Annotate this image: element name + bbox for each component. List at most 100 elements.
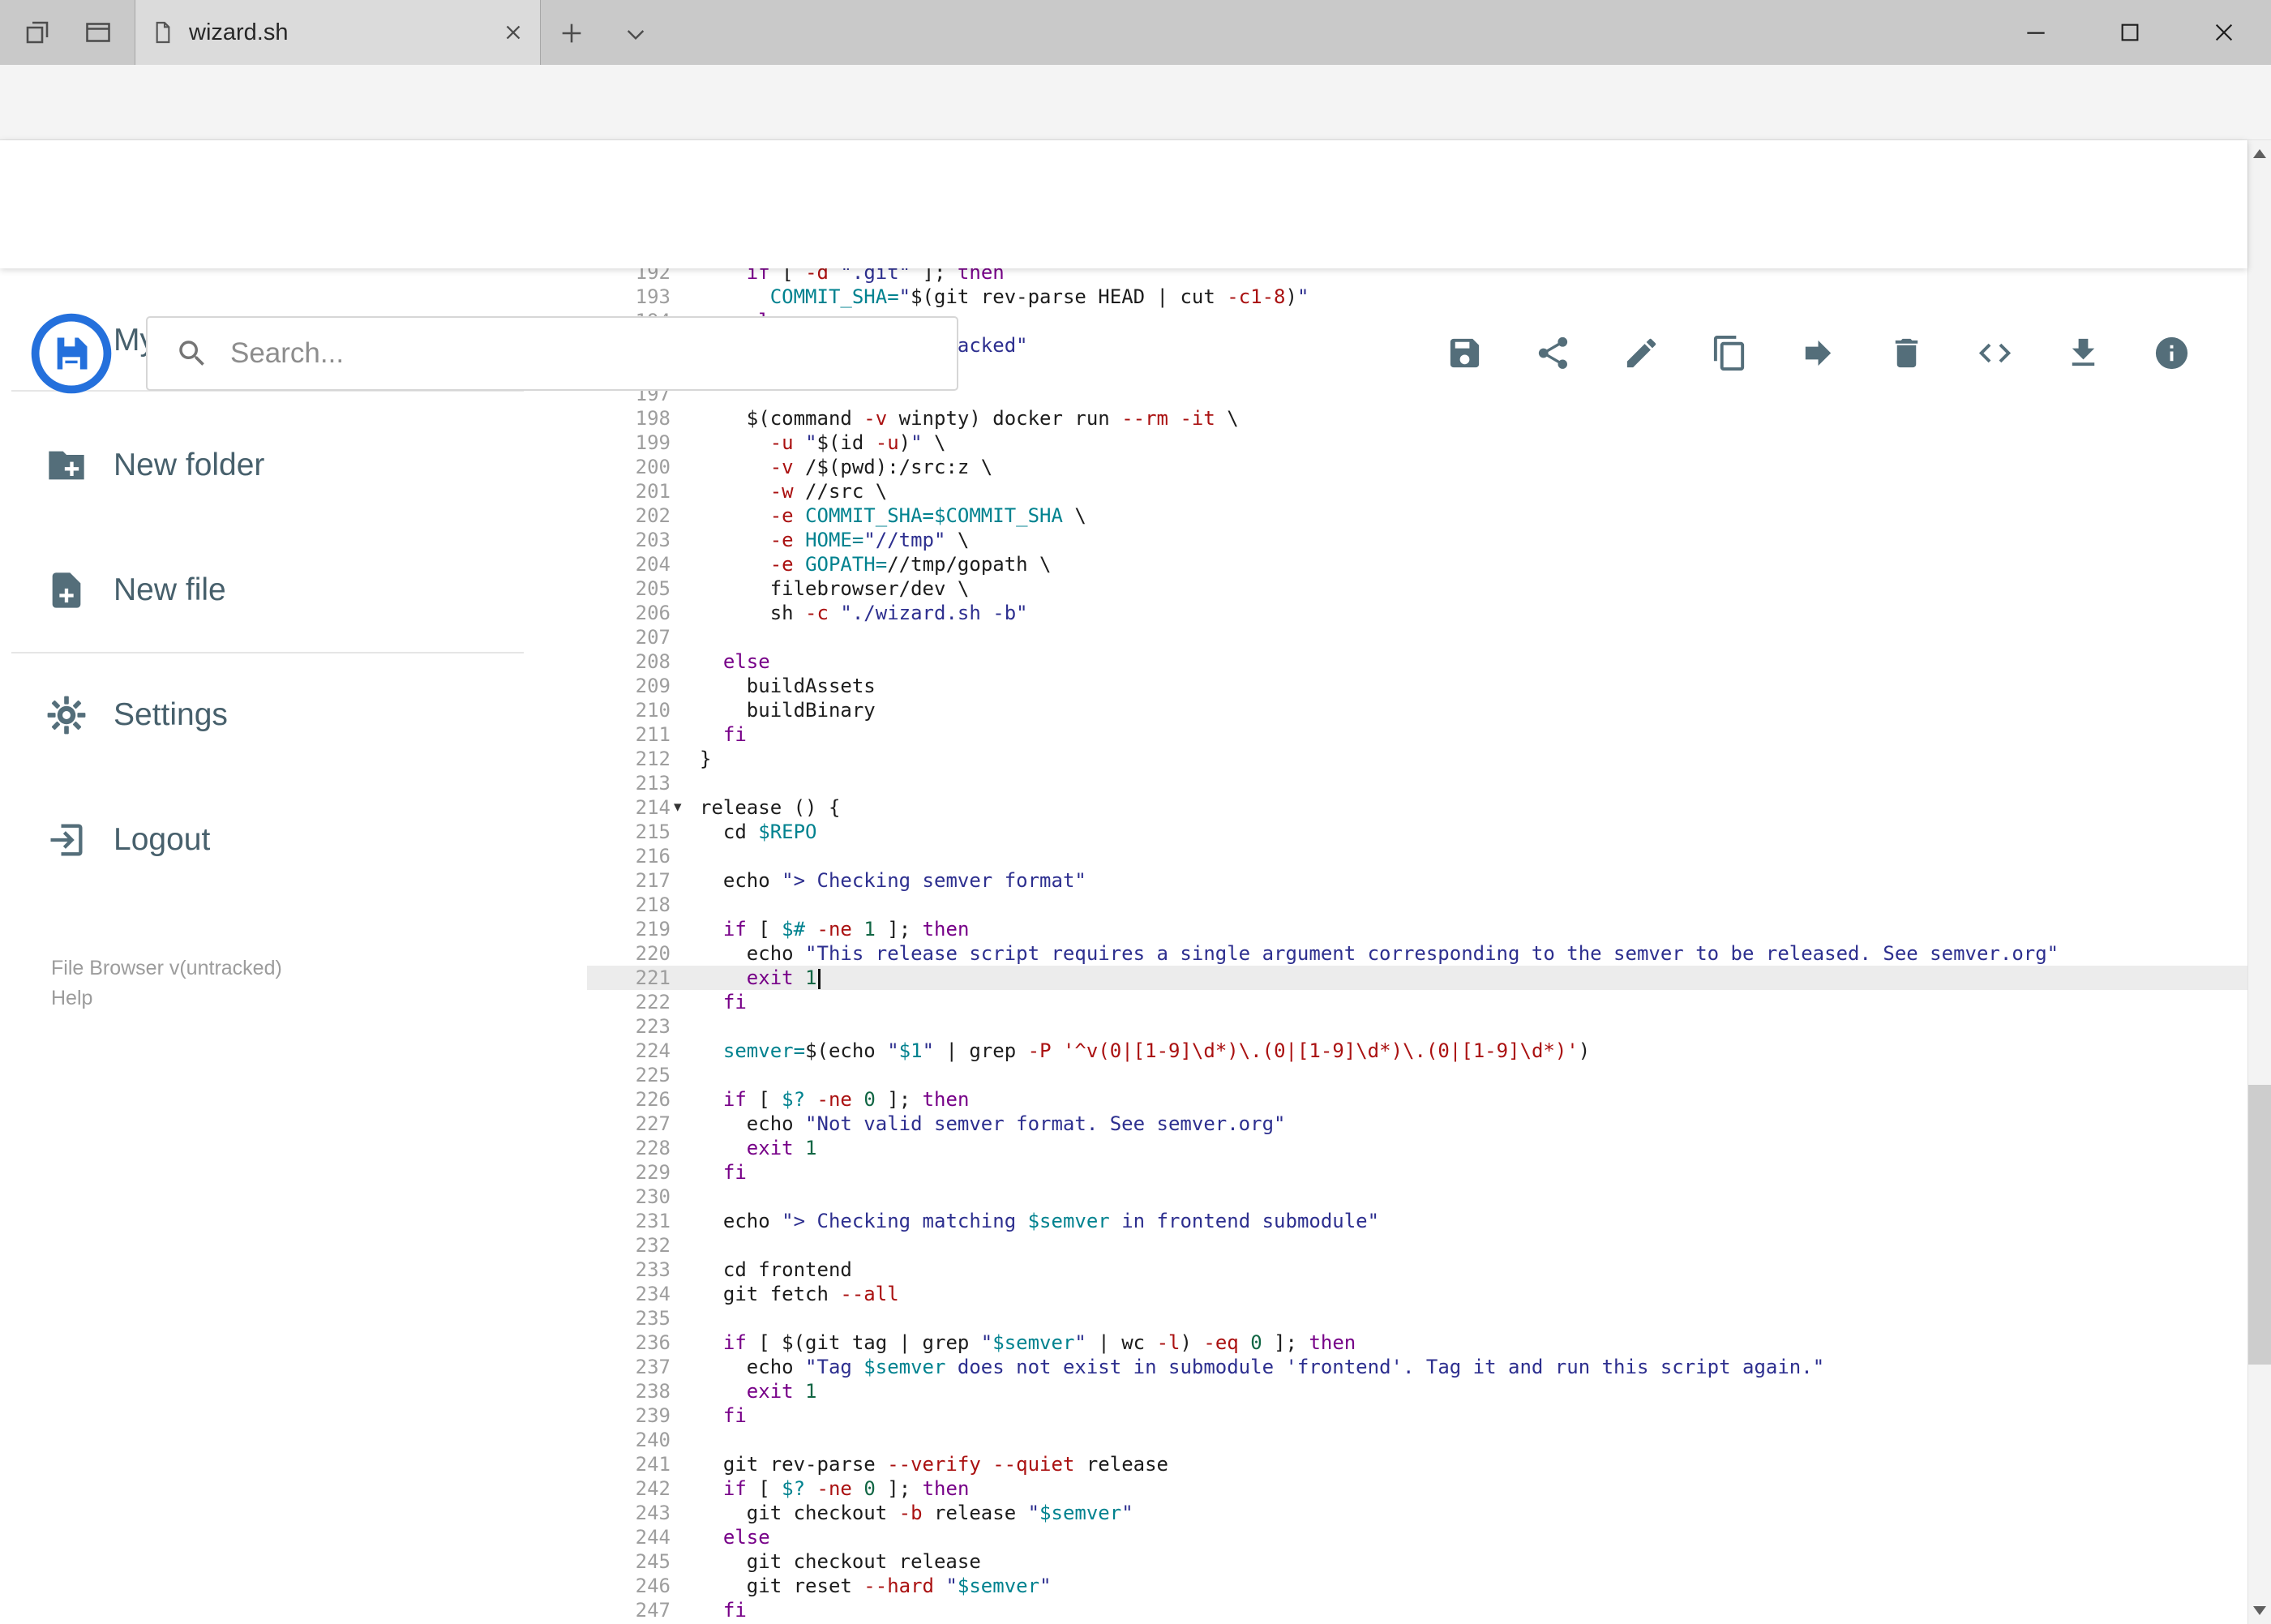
line-number: 242 [635,1477,671,1500]
copy-button[interactable] [1711,334,1749,372]
line-number: 192 [635,268,671,284]
code-text: cd $REPO [700,821,817,843]
code-text: exit 1 [746,1380,817,1403]
line-number: 215 [635,821,671,843]
code-text: -e HOME="//tmp" \ [769,529,970,551]
code-line-203: 203 -e HOME="//tmp" \ [587,528,2247,552]
scrollbar-thumb[interactable] [2248,1085,2271,1365]
window-maximize-button[interactable] [2083,0,2177,65]
line-number: 208 [635,650,671,673]
line-number: 246 [635,1575,671,1597]
sidebar-item-settings[interactable]: Settings [0,653,587,778]
tab-list-chevron-icon[interactable] [623,21,649,47]
share-button[interactable] [1534,334,1572,372]
line-number: 212 [635,748,671,770]
edit-button[interactable] [1622,334,1660,372]
code-text: fi [722,1161,747,1184]
line-number: 216 [635,845,671,868]
code-line-193: 193 COMMIT_SHA="$(git rev-parse HEAD | c… [587,285,2247,309]
code-line-205: 205 filebrowser/dev \ [587,576,2247,601]
code-text: exit 1 [746,1137,817,1159]
code-text: echo "Not valid semver format. See semve… [700,1112,1286,1135]
line-number: 201 [635,480,671,503]
line-number: 220 [635,942,671,965]
code-line-225: 225 [587,1063,2247,1087]
code-text: -u "$(id -u)" \ [769,431,946,454]
line-number: 228 [635,1137,671,1159]
code-text: if [ $? -ne 0 ]; then [722,1088,970,1111]
filebrowser-logo[interactable] [29,311,114,396]
search-input[interactable]: Search... [146,316,958,391]
code-text: buildAssets [700,675,876,697]
code-line-247: 247 fi [587,1598,2247,1622]
code-line-241: 241 git rev-parse --verify --quiet relea… [587,1452,2247,1476]
info-button[interactable] [2153,334,2191,372]
code-line-239: 239 fi [587,1403,2247,1428]
code-text: -e GOPATH=//tmp/gopath \ [769,553,1052,576]
sidebar-divider [11,652,524,653]
code-text: release () { [700,796,841,819]
code-text: if [ -d ".git" ]; then [746,268,1005,284]
move-button[interactable] [1799,334,1837,372]
scroll-down-arrow-icon[interactable] [2253,1606,2266,1615]
sidebar: My filesNew folderNew fileSettingsLogout… [0,268,587,1624]
line-number: 229 [635,1161,671,1184]
code-line-206: 206 sh -c "./wizard.sh -b" [587,601,2247,625]
line-number: 219 [635,918,671,941]
save-button[interactable] [1446,334,1484,372]
code-line-224: 224 semver=$(echo "$1" | grep -P '^v(0|[… [587,1039,2247,1063]
line-number: 209 [635,675,671,697]
set-tabs-aside-icon[interactable] [23,18,52,47]
code-line-216: 216 [587,844,2247,868]
sidebar-item-label: New folder [114,448,265,482]
line-number: 223 [635,1015,671,1038]
line-number: 225 [635,1064,671,1086]
download-button[interactable] [2064,334,2102,372]
minimize-icon [2023,19,2049,45]
window-close-button[interactable] [2177,0,2271,65]
code-line-242: 242 if [ $? -ne 0 ]; then [587,1476,2247,1501]
code-text: if [ $# -ne 1 ]; then [722,918,970,941]
code-editor[interactable]: 192 if [ -d ".git" ]; then 193 COMMIT_SHA… [587,268,2247,1624]
code-text: echo "> Checking semver format" [700,869,1086,892]
filebrowser-header: Search... [0,140,2247,394]
code-line-223: 223 [587,1014,2247,1039]
line-number: 217 [635,869,671,892]
code-line-218: 218 [587,893,2247,917]
code-line-230: 230 [587,1185,2247,1209]
delete-button[interactable] [1888,334,1926,372]
sidebar-item-logout[interactable]: Logout [0,778,587,902]
file-toolbar [1446,334,2191,372]
maximize-icon [2117,19,2143,45]
line-number: 211 [635,723,671,746]
code-text: fi [722,1599,747,1622]
code-text: COMMIT_SHA="$(git rev-parse HEAD | cut -… [769,285,1309,308]
browser-tab-wizard[interactable]: wizard.sh [135,0,541,65]
line-number: 240 [635,1429,671,1451]
search-placeholder: Search... [230,337,345,369]
page-scrollbar[interactable] [2247,140,2271,1624]
scroll-up-arrow-icon[interactable] [2253,149,2266,158]
sidebar-item-new-file[interactable]: New file [0,528,587,653]
gear-icon [45,694,88,736]
line-number: 200 [635,456,671,478]
new-tab-button[interactable] [558,19,585,47]
sidebar-item-new-folder[interactable]: New folder [0,403,587,528]
fold-arrow-icon[interactable]: ▾ [674,795,695,820]
code-line-208: 208 else [587,649,2247,674]
window-minimize-button[interactable] [1989,0,2083,65]
code-text: fi [722,991,747,1013]
line-number: 214 [635,796,671,819]
code-line-213: 213 [587,771,2247,795]
code-line-199: 199 -u "$(id -u)" \ [587,431,2247,455]
sidebar-item-label: Settings [114,697,228,732]
line-number: 227 [635,1112,671,1135]
sidebar-footer: File Browser v(untracked) Help [51,953,282,1013]
code-line-222: 222 fi [587,990,2247,1014]
tab-close-icon[interactable] [501,20,525,45]
line-number: 247 [635,1599,671,1622]
code-button[interactable] [1976,334,2014,372]
code-line-207: 207 [587,625,2247,649]
tabs-preview-icon[interactable] [84,18,113,47]
help-link[interactable]: Help [51,983,282,1013]
